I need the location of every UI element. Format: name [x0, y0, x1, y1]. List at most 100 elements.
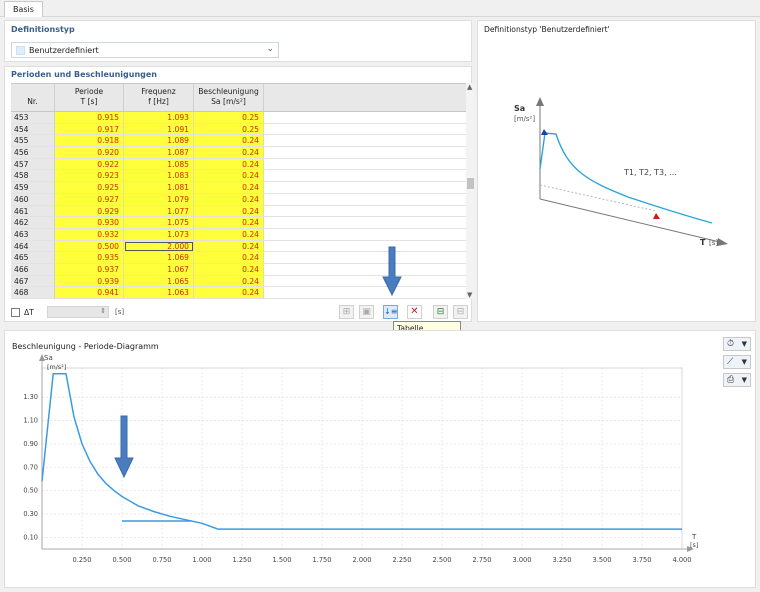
x-tick-label: 3.750	[633, 556, 652, 564]
acceleration-cell[interactable]: 0.24	[194, 252, 264, 264]
table-row[interactable]: 458 0.923 1.083 0.24	[11, 170, 466, 183]
frequency-cell[interactable]: 1.073	[124, 228, 194, 241]
frequency-cell[interactable]: 1.087	[124, 147, 194, 159]
table-row[interactable]: 461 0.929 1.077 0.24	[11, 205, 466, 218]
empty-cell	[264, 240, 466, 253]
table-row[interactable]: 455 0.918 1.089 0.24	[11, 135, 466, 148]
period-header-label: Periode	[74, 87, 104, 96]
delete-row-button[interactable]: ✕	[407, 305, 422, 319]
chart-axis-button[interactable]: ⟋ ▼	[723, 355, 751, 369]
scrollbar-thumb[interactable]	[467, 178, 474, 189]
period-cell[interactable]: 0.922	[55, 158, 124, 171]
period-cell[interactable]: 0.917	[55, 123, 124, 136]
period-header-unit: T [s]	[80, 97, 98, 106]
dropdown-icon: ▼	[741, 376, 747, 384]
acceleration-cell[interactable]: 0.24	[194, 228, 264, 241]
frequency-cell[interactable]: 1.089	[124, 135, 194, 148]
period-cell[interactable]: 0.941	[55, 287, 124, 299]
frequency-cell[interactable]: 1.063	[124, 287, 194, 299]
definition-type-select[interactable]: Benutzerdefiniert ⌄	[11, 42, 279, 58]
acceleration-cell[interactable]: 0.24	[194, 193, 264, 206]
import-table-icon[interactable]: ⊟	[433, 305, 448, 319]
x-tick-label: 3.500	[593, 556, 612, 564]
table-row[interactable]: 462 0.930 1.075 0.24	[11, 217, 466, 229]
acceleration-header-unit: Sa [m/s²]	[211, 97, 246, 106]
period-cell[interactable]: 0.929	[55, 205, 124, 218]
period-cell[interactable]: 0.915	[55, 112, 124, 124]
frequency-cell[interactable]: 1.069	[124, 252, 194, 264]
delta-t-input[interactable]: ⇕	[47, 306, 109, 318]
table-row[interactable]: 460 0.927 1.079 0.24	[11, 193, 466, 206]
acceleration-cell[interactable]: 0.25	[194, 123, 264, 136]
acceleration-cell[interactable]: 0.24	[194, 240, 264, 253]
period-cell[interactable]: 0.925	[55, 182, 124, 194]
sort-table-button[interactable]: ↓≡	[383, 305, 398, 319]
period-cell[interactable]: 0.500	[55, 240, 124, 253]
y-tick-label: 1.10	[23, 417, 38, 425]
frequency-cell[interactable]: 1.065	[124, 275, 194, 288]
frequency-cell[interactable]: 1.091	[124, 123, 194, 136]
acceleration-cell[interactable]: 0.24	[194, 147, 264, 159]
period-cell[interactable]: 0.923	[55, 170, 124, 183]
acceleration-cell[interactable]: 0.24	[194, 263, 264, 276]
empty-cell	[264, 123, 466, 136]
period-cell[interactable]: 0.927	[55, 193, 124, 206]
period-cell[interactable]: 0.918	[55, 135, 124, 148]
empty-cell	[264, 147, 466, 159]
row-number-cell: 459	[11, 182, 55, 194]
insert-row-icon[interactable]: ⊞	[339, 305, 354, 319]
table-row[interactable]: 454 0.917 1.091 0.25	[11, 123, 466, 136]
column-header-acceleration[interactable]: Beschleunigung Sa [m/s²]	[194, 84, 264, 112]
scroll-down-icon[interactable]: ▼	[467, 291, 472, 299]
acceleration-cell[interactable]: 0.24	[194, 158, 264, 171]
frequency-cell[interactable]: 1.085	[124, 158, 194, 171]
column-header-period[interactable]: Periode T [s]	[55, 84, 124, 112]
frequency-cell[interactable]: 1.075	[124, 217, 194, 229]
frequency-cell[interactable]: 1.093	[124, 112, 194, 124]
acceleration-cell[interactable]: 0.24	[194, 135, 264, 148]
table-row[interactable]: 459 0.925 1.081 0.24	[11, 182, 466, 194]
export-table-icon[interactable]: ⊟	[453, 305, 468, 319]
period-cell[interactable]: 0.939	[55, 275, 124, 288]
delta-t-checkbox[interactable]	[11, 308, 20, 317]
acceleration-cell[interactable]: 0.25	[194, 112, 264, 124]
x-tick-label: 4.000	[673, 556, 692, 564]
x-axis-label: T	[691, 533, 697, 541]
frequency-cell[interactable]: 1.079	[124, 193, 194, 206]
frequency-cell[interactable]: 1.083	[124, 170, 194, 183]
frequency-cell[interactable]: 1.067	[124, 263, 194, 276]
frequency-cell[interactable]: 2.000	[124, 240, 194, 253]
tab-basis[interactable]: Basis	[4, 1, 43, 17]
column-header-nr[interactable]: Nr.	[11, 84, 55, 112]
y-tick-label: 0.70	[23, 463, 38, 471]
save-table-icon[interactable]: ▣	[359, 305, 374, 319]
acceleration-cell[interactable]: 0.24	[194, 275, 264, 288]
period-cell[interactable]: 0.932	[55, 228, 124, 241]
acceleration-cell[interactable]: 0.24	[194, 205, 264, 218]
acceleration-cell[interactable]: 0.24	[194, 217, 264, 229]
column-header-frequency[interactable]: Frequenz f [Hz]	[124, 84, 194, 112]
table-row[interactable]: 457 0.922 1.085 0.24	[11, 158, 466, 171]
x-tick-label: 3.000	[513, 556, 532, 564]
table-row[interactable]: 463 0.932 1.073 0.24	[11, 228, 466, 241]
table-row[interactable]: 453 0.915 1.093 0.25	[11, 112, 466, 124]
acceleration-cell[interactable]: 0.24	[194, 182, 264, 194]
period-cell[interactable]: 0.920	[55, 147, 124, 159]
table-scrollbar[interactable]: ▲ ▼	[466, 83, 475, 299]
acceleration-cell[interactable]: 0.24	[194, 170, 264, 183]
chart-view-button[interactable]: ⏱ ▼	[723, 337, 751, 351]
schema-x-unit: [s]	[709, 239, 718, 247]
period-cell[interactable]: 0.937	[55, 263, 124, 276]
row-number-cell: 455	[11, 135, 55, 148]
period-cell[interactable]: 0.930	[55, 217, 124, 229]
period-cell[interactable]: 0.935	[55, 252, 124, 264]
x-tick-label: 0.750	[153, 556, 172, 564]
frequency-cell[interactable]: 1.081	[124, 182, 194, 194]
scroll-up-icon[interactable]: ▲	[467, 83, 472, 91]
frequency-cell[interactable]: 1.077	[124, 205, 194, 218]
table-row[interactable]: 456 0.920 1.087 0.24	[11, 147, 466, 159]
spinner-arrows-icon[interactable]: ⇕	[100, 307, 106, 315]
tab-bar: Basis	[0, 0, 760, 17]
acceleration-cell[interactable]: 0.24	[194, 287, 264, 299]
chart-print-button[interactable]: ⎙ ▼	[723, 373, 751, 387]
